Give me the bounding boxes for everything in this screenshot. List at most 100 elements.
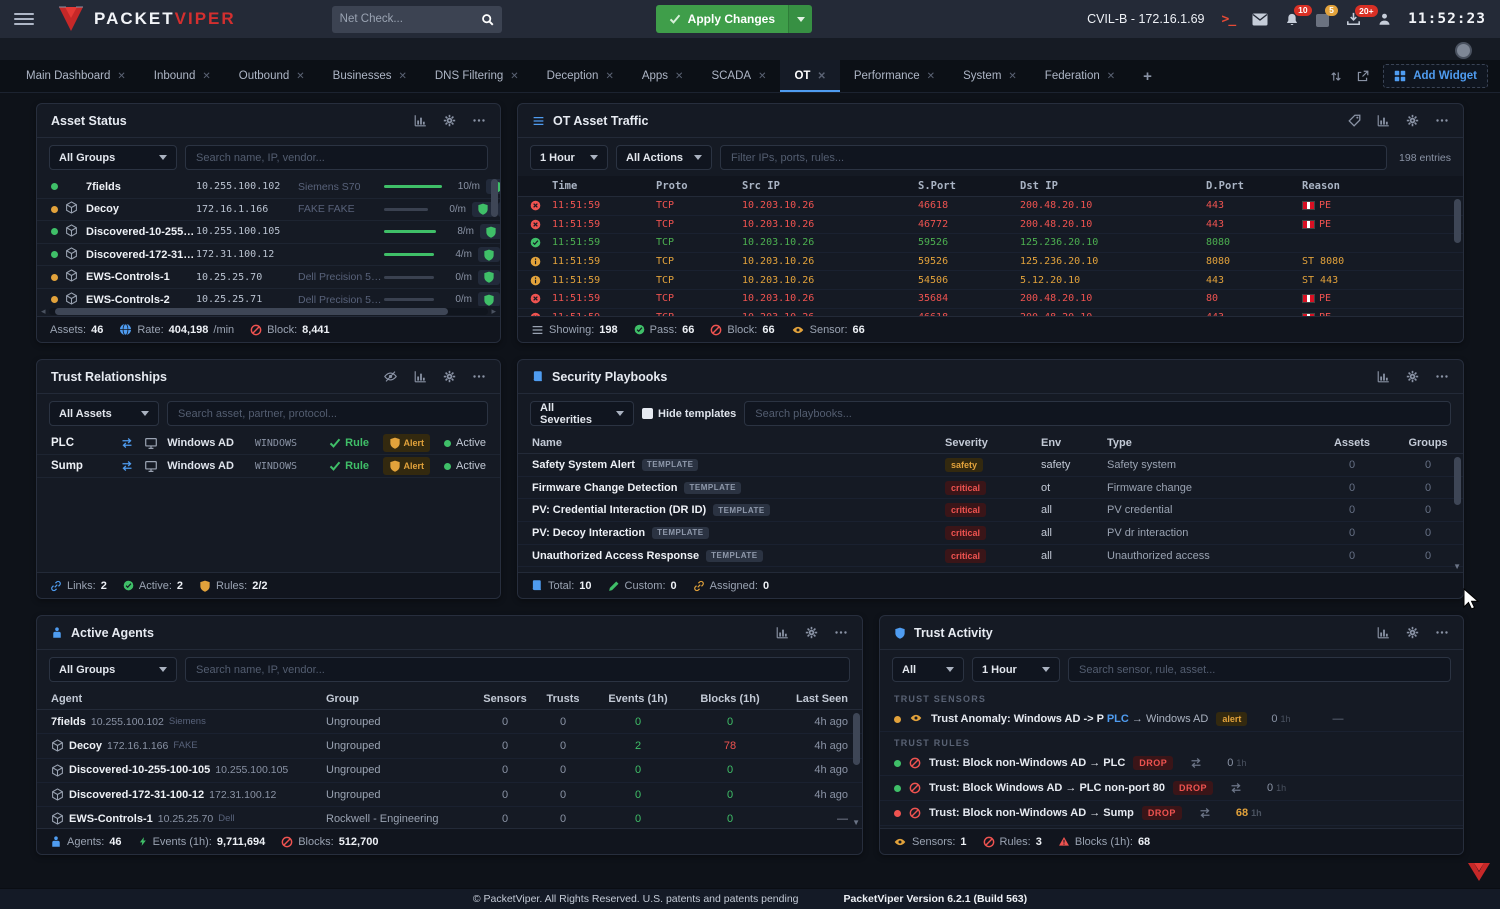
search-icon[interactable] — [481, 13, 494, 26]
traffic-row[interactable]: 11:51:59TCP10.203.10.2659526125.236.20.1… — [518, 234, 1463, 253]
tag-icon[interactable] — [1348, 114, 1361, 127]
gear-icon[interactable] — [1406, 114, 1419, 127]
traffic-row[interactable]: 11:51:59TCP10.203.10.2646618200.48.20.10… — [518, 309, 1463, 316]
close-tab-icon[interactable]: ✕ — [1008, 71, 1016, 82]
agents-search-input[interactable] — [185, 657, 850, 682]
tab-scada[interactable]: SCADA✕ — [697, 60, 780, 92]
close-tab-icon[interactable]: ✕ — [296, 71, 304, 82]
close-tab-icon[interactable]: ✕ — [927, 71, 935, 82]
close-tab-icon[interactable]: ✕ — [117, 71, 125, 82]
severity-filter[interactable]: All Severities — [530, 401, 634, 426]
traffic-row[interactable]: 11:51:59TCP10.203.10.2635684200.48.20.10… — [518, 290, 1463, 309]
chart-icon[interactable] — [414, 370, 427, 383]
tab-apps[interactable]: Apps✕ — [628, 60, 698, 92]
notifications-bell-icon[interactable]: 10 — [1285, 12, 1299, 27]
asset-row[interactable]: 7fields10.255.100.102Siemens S7010/mT:03… — [37, 176, 500, 199]
agent-row[interactable]: Discovered-10-255-100-105 10.255.100.105… — [37, 759, 862, 783]
traffic-row[interactable]: 11:51:59TCP10.203.10.2646772200.48.20.10… — [518, 216, 1463, 235]
chart-icon[interactable] — [1377, 626, 1390, 639]
gear-icon[interactable] — [805, 626, 818, 639]
tab-dns-filtering[interactable]: DNS Filtering✕ — [421, 60, 533, 92]
agent-row[interactable]: 7fields 10.255.100.102 SiemensUngrouped0… — [37, 710, 862, 734]
gear-icon[interactable] — [1406, 626, 1419, 639]
asset-group-filter[interactable]: All Groups — [49, 145, 177, 170]
agent-row[interactable]: EWS-Controls-1 10.25.25.70 DellRockwell … — [37, 807, 862, 828]
more-options-icon[interactable] — [1435, 114, 1449, 127]
gear-icon[interactable] — [1406, 370, 1419, 383]
traffic-filter-input[interactable] — [720, 145, 1387, 170]
tab-outbound[interactable]: Outbound✕ — [225, 60, 319, 92]
tab-system[interactable]: System✕ — [949, 60, 1031, 92]
trust-count-badge[interactable]: T:0 — [498, 202, 500, 217]
asset-row[interactable]: Discovered-172-31-100-12172.31.100.124/m… — [37, 244, 500, 267]
playbook-row[interactable]: PV: Decoy Interaction TEMPLATEcriticalal… — [518, 522, 1463, 545]
activity-time-filter[interactable]: 1 Hour — [972, 657, 1060, 682]
close-tab-icon[interactable]: ✕ — [605, 71, 613, 82]
net-check-input[interactable] — [340, 13, 481, 25]
more-options-icon[interactable] — [1435, 626, 1449, 639]
playbook-row[interactable]: Unauthorized Access Response TEMPLATEcri… — [518, 545, 1463, 568]
playbook-row[interactable]: Safety System Alert TEMPLATEsafetysafety… — [518, 454, 1463, 477]
mail-icon[interactable] — [1252, 13, 1268, 26]
trust-sensor-row[interactable]: Trust Anomaly: Windows AD -> P PLC → Win… — [880, 707, 1463, 732]
user-icon[interactable] — [1378, 12, 1391, 26]
chart-icon[interactable] — [414, 114, 427, 127]
trust-rule-row[interactable]: Trust: Block Windows AD → PLC non-port 8… — [880, 776, 1463, 801]
asset-row[interactable]: Discovered-10-255-100-...10.255.100.1058… — [37, 221, 500, 244]
trust-rule-row[interactable]: Trust: Block non-Windows AD → PLCDROP01h — [880, 751, 1463, 776]
chart-icon[interactable] — [776, 626, 789, 639]
chart-icon[interactable] — [1377, 370, 1390, 383]
more-options-icon[interactable] — [472, 370, 486, 383]
playbooks-search-input[interactable] — [744, 401, 1451, 426]
close-tab-icon[interactable]: ✕ — [398, 71, 406, 82]
add-widget-button[interactable]: Add Widget — [1383, 64, 1488, 88]
traffic-row[interactable]: 11:51:59TCP10.203.10.26545065.12.20.1044… — [518, 271, 1463, 290]
tab-businesses[interactable]: Businesses✕ — [319, 60, 421, 92]
sort-tabs-icon[interactable] — [1330, 70, 1342, 83]
tab-deception[interactable]: Deception✕ — [533, 60, 628, 92]
shield-badge[interactable] — [478, 270, 500, 285]
playbook-row[interactable]: PV: Credential Interaction (DR ID) TEMPL… — [518, 499, 1463, 522]
scroll-down-icon[interactable]: ▼ — [1453, 562, 1461, 571]
agent-row[interactable]: Discovered-172-31-100-12 172.31.100.12 U… — [37, 783, 862, 807]
trust-relationship-row[interactable]: SumpWindows ADWINDOWS RuleAlertActive — [37, 455, 500, 478]
horizontal-scrollbar[interactable]: ◂▸ — [37, 306, 500, 316]
shield-badge[interactable] — [478, 247, 500, 262]
alert-badge[interactable]: Alert — [383, 434, 431, 452]
tab-performance[interactable]: Performance✕ — [840, 60, 949, 92]
apply-changes-split-button[interactable]: Apply Changes — [656, 5, 812, 33]
traffic-action-filter[interactable]: All Actions — [616, 145, 712, 170]
asset-search-input[interactable] — [185, 145, 488, 170]
tab-inbound[interactable]: Inbound✕ — [140, 60, 225, 92]
queue-icon[interactable]: 5 — [1316, 12, 1329, 27]
traffic-row[interactable]: 11:51:59TCP10.203.10.2646618200.48.20.10… — [518, 197, 1463, 216]
more-options-icon[interactable] — [472, 114, 486, 127]
vertical-scrollbar[interactable] — [491, 179, 498, 217]
traffic-row[interactable]: 11:51:59TCP10.203.10.2659526125.236.20.1… — [518, 253, 1463, 272]
asset-row[interactable]: Decoy172.16.1.166FAKE FAKE0/mT:00 — [37, 199, 500, 222]
alert-badge[interactable]: Alert — [383, 457, 431, 475]
hide-icon[interactable] — [383, 370, 398, 383]
more-options-icon[interactable] — [834, 626, 848, 639]
close-tab-icon[interactable]: ✕ — [758, 71, 766, 82]
gear-icon[interactable] — [443, 370, 456, 383]
playbook-row[interactable]: Firmware Change Detection TEMPLATEcritic… — [518, 477, 1463, 500]
tab-ot[interactable]: OT✕ — [780, 60, 839, 92]
gear-icon[interactable] — [443, 114, 456, 127]
close-tab-icon[interactable]: ✕ — [1107, 71, 1115, 82]
close-tab-icon[interactable]: ✕ — [817, 71, 825, 82]
vertical-scrollbar[interactable] — [1454, 457, 1461, 505]
traffic-time-filter[interactable]: 1 Hour — [530, 145, 608, 170]
tab-main-dashboard[interactable]: Main Dashboard✕ — [12, 60, 140, 92]
add-tab-icon[interactable]: + — [1129, 60, 1166, 92]
plc-link[interactable]: PLC — [1107, 713, 1129, 725]
terminal-icon[interactable]: >_ — [1222, 12, 1236, 27]
shield-badge[interactable] — [478, 292, 500, 306]
scroll-down-icon[interactable]: ▼ — [852, 818, 860, 827]
vertical-scrollbar[interactable] — [1454, 199, 1461, 243]
agents-status-icon[interactable]: 20+ — [1346, 12, 1361, 26]
close-tab-icon[interactable]: ✕ — [202, 71, 210, 82]
hide-templates-checkbox[interactable]: Hide templates — [642, 408, 736, 420]
asset-row[interactable]: EWS-Controls-110.25.25.70Dell Precision … — [37, 266, 500, 289]
trust-rule-row[interactable]: Trust: Block non-Windows AD → SumpDROP68… — [880, 801, 1463, 826]
